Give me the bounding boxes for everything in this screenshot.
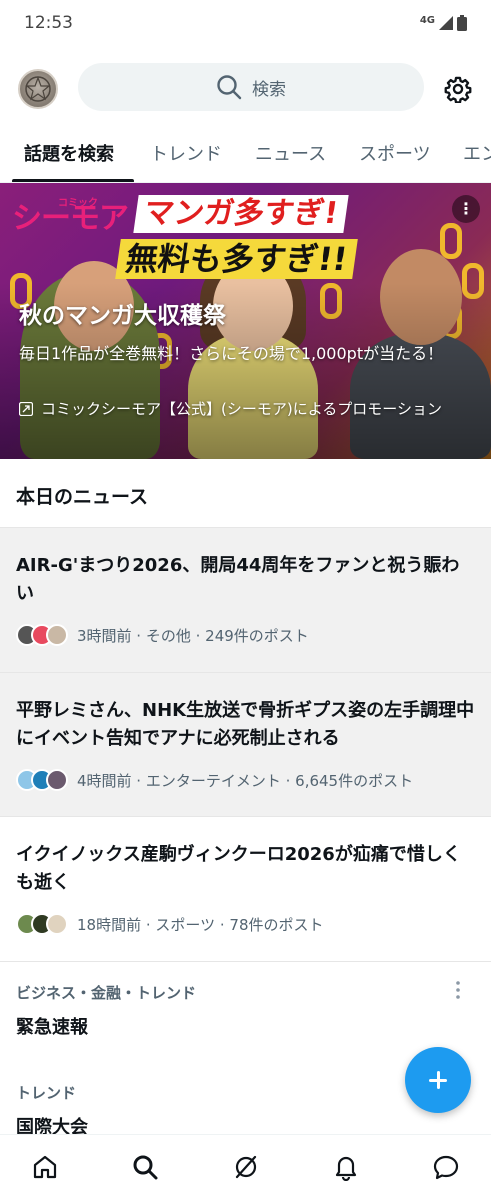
news-item[interactable]: AIR-G'まつり2026、開局44周年をファンと祝う賑わい 3時間前 · その… <box>0 527 491 672</box>
signal-icon <box>439 16 453 30</box>
explore-tabs: 話題を検索 トレンド ニュース スポーツ エン <box>0 130 491 183</box>
tab-trend[interactable]: トレンド <box>150 130 222 182</box>
avatar <box>46 913 68 935</box>
news-meta-text: 4時間前 · エンターテイメント · 6,645件のポスト <box>77 771 414 790</box>
news-item[interactable]: 平野レミさん、NHK生放送で骨折ギプス姿の左手調理中にイベント告知でアナに必死制… <box>0 672 491 817</box>
more-options-icon[interactable]: ⋮ <box>452 195 480 223</box>
bottom-navigation <box>0 1134 491 1200</box>
home-icon[interactable] <box>31 1153 59 1181</box>
avatar-emblem-icon <box>25 76 51 102</box>
tab-entertainment[interactable]: エン <box>463 130 491 182</box>
avatar <box>46 769 68 791</box>
news-title: AIR-G'まつり2026、開局44周年をファンと祝う賑わい <box>16 555 460 604</box>
promo-sponsor-text: コミックシーモア【公式】(シーモア)によるプロモーション <box>41 400 442 418</box>
news-meta-text: 3時間前 · その他 · 249件のポスト <box>77 626 309 645</box>
grok-icon[interactable] <box>232 1153 260 1181</box>
news-meta: 18時間前 · スポーツ · 78件のポスト <box>16 913 323 935</box>
search-icon <box>217 75 242 100</box>
search-input[interactable]: 検索 <box>78 63 424 111</box>
status-time: 12:53 <box>24 13 73 33</box>
news-title: 平野レミさん、NHK生放送で骨折ギプス姿の左手調理中にイベント告知でアナに必死制… <box>16 700 475 749</box>
gear-icon[interactable] <box>444 75 472 103</box>
bell-icon[interactable] <box>332 1153 360 1181</box>
search-placeholder: 検索 <box>252 79 286 100</box>
promo-banner-line2: 無料も多すぎ!! <box>115 239 359 279</box>
compose-button[interactable] <box>405 1047 471 1113</box>
news-meta: 3時間前 · その他 · 249件のポスト <box>16 624 309 646</box>
news-meta-text: 18時間前 · スポーツ · 78件のポスト <box>77 915 324 934</box>
tab-sports[interactable]: スポーツ <box>359 130 431 182</box>
promo-description: 毎日1作品が全巻無料！さらにその場で1,000ptが当たる！ <box>19 344 444 363</box>
news-avatars <box>16 769 68 791</box>
decor-ring <box>440 223 462 259</box>
battery-icon <box>457 15 467 31</box>
promo-banner-line1: マンガ多すぎ! <box>133 195 349 233</box>
news-avatars <box>16 913 68 935</box>
news-section-heading: 本日のニュース <box>16 486 149 508</box>
news-meta: 4時間前 · エンターテイメント · 6,645件のポスト <box>16 769 413 791</box>
promoted-trend-banner[interactable]: シーモア コミック マンガ多すぎ! 無料も多すぎ!! ⋮ 秋のマンガ大収穫祭 毎… <box>0 183 491 459</box>
news-avatars <box>16 624 68 646</box>
trend-name: 緊急速報 <box>16 1017 88 1038</box>
status-bar: 12:53 4G <box>0 0 491 48</box>
messages-icon[interactable] <box>432 1153 460 1181</box>
news-item[interactable]: イクイノックス産駒ヴィンクーロ2026が疝痛で惜しくも逝く 18時間前 · スポ… <box>0 817 491 962</box>
promo-brand-sub: コミック <box>58 198 98 209</box>
avatar[interactable] <box>18 69 58 109</box>
trend-category: ビジネス・金融・トレンド <box>16 984 197 1002</box>
plus-icon <box>436 1071 440 1089</box>
news-title: イクイノックス産駒ヴィンクーロ2026が疝痛で惜しくも逝く <box>16 844 461 893</box>
promo-title: 秋のマンガ大収穫祭 <box>19 303 226 329</box>
more-options-icon[interactable] <box>448 978 468 1002</box>
tab-trending-search[interactable]: 話題を検索 <box>24 130 114 182</box>
network-type: 4G <box>419 14 435 26</box>
search-icon[interactable] <box>131 1153 159 1181</box>
trend-item[interactable]: ビジネス・金融・トレンド 緊急速報 <box>16 982 476 1039</box>
tab-news[interactable]: ニュース <box>255 130 326 182</box>
promoted-icon <box>19 402 33 416</box>
header: 検索 <box>0 60 491 116</box>
promo-sponsor-line: コミックシーモア【公式】(シーモア)によるプロモーション <box>19 399 479 420</box>
status-icons: 4G <box>420 15 467 31</box>
avatar <box>46 624 68 646</box>
